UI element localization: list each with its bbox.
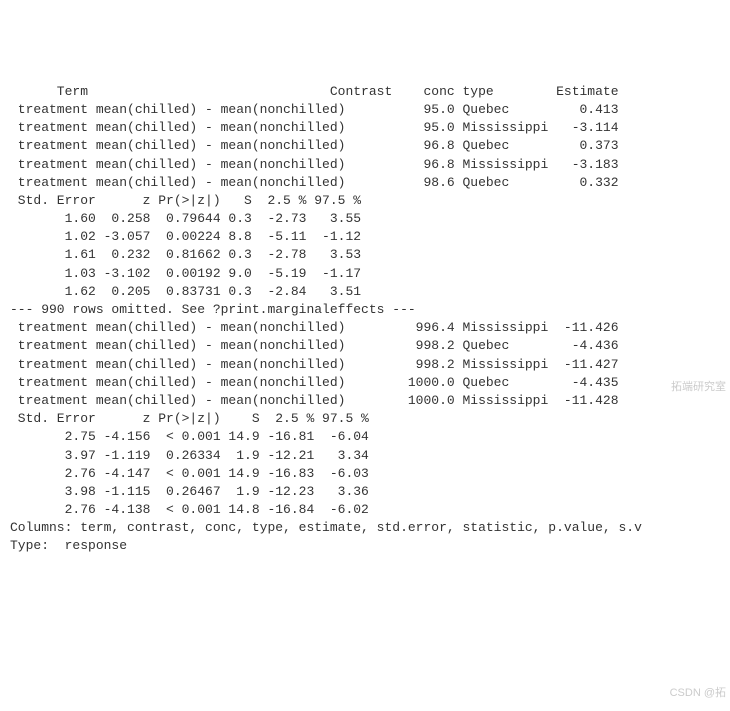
output-line: 2.76 -4.138 < 0.001 14.8 -16.84 -6.02 [10,501,720,519]
output-line: 1.03 -3.102 0.00192 9.0 -5.19 -1.17 [10,265,720,283]
output-line: Std. Error z Pr(>|z|) S 2.5 % 97.5 % [10,192,720,210]
output-line: treatment mean(chilled) - mean(nonchille… [10,337,720,355]
output-line: treatment mean(chilled) - mean(nonchille… [10,174,720,192]
output-line: treatment mean(chilled) - mean(nonchille… [10,319,720,337]
output-line: treatment mean(chilled) - mean(nonchille… [10,374,720,392]
output-line: 1.62 0.205 0.83731 0.3 -2.84 3.51 [10,283,720,301]
watermark-1: 拓端研究室 [671,380,726,395]
output-line: treatment mean(chilled) - mean(nonchille… [10,356,720,374]
output-line: treatment mean(chilled) - mean(nonchille… [10,119,720,137]
output-line: --- 990 rows omitted. See ?print.margina… [10,301,720,319]
output-line: treatment mean(chilled) - mean(nonchille… [10,392,720,410]
output-line: Std. Error z Pr(>|z|) S 2.5 % 97.5 % [10,410,720,428]
output-line: 3.97 -1.119 0.26334 1.9 -12.21 3.34 [10,447,720,465]
output-line: Type: response [10,537,720,555]
output-line: treatment mean(chilled) - mean(nonchille… [10,156,720,174]
watermark-2: CSDN @拓 [670,686,726,701]
output-line: treatment mean(chilled) - mean(nonchille… [10,101,720,119]
output-line: 2.76 -4.147 < 0.001 14.9 -16.83 -6.03 [10,465,720,483]
output-line: 1.61 0.232 0.81662 0.3 -2.78 3.53 [10,246,720,264]
output-line: 3.98 -1.115 0.26467 1.9 -12.23 3.36 [10,483,720,501]
output-line: 1.02 -3.057 0.00224 8.8 -5.11 -1.12 [10,228,720,246]
output-line: Columns: term, contrast, conc, type, est… [10,519,720,537]
output-line: 1.60 0.258 0.79644 0.3 -2.73 3.55 [10,210,720,228]
output-line: treatment mean(chilled) - mean(nonchille… [10,137,720,155]
console-output: Term Contrast conc type Estimate treatme… [10,83,720,556]
output-line: 2.75 -4.156 < 0.001 14.9 -16.81 -6.04 [10,428,720,446]
output-line: Term Contrast conc type Estimate [10,83,720,101]
